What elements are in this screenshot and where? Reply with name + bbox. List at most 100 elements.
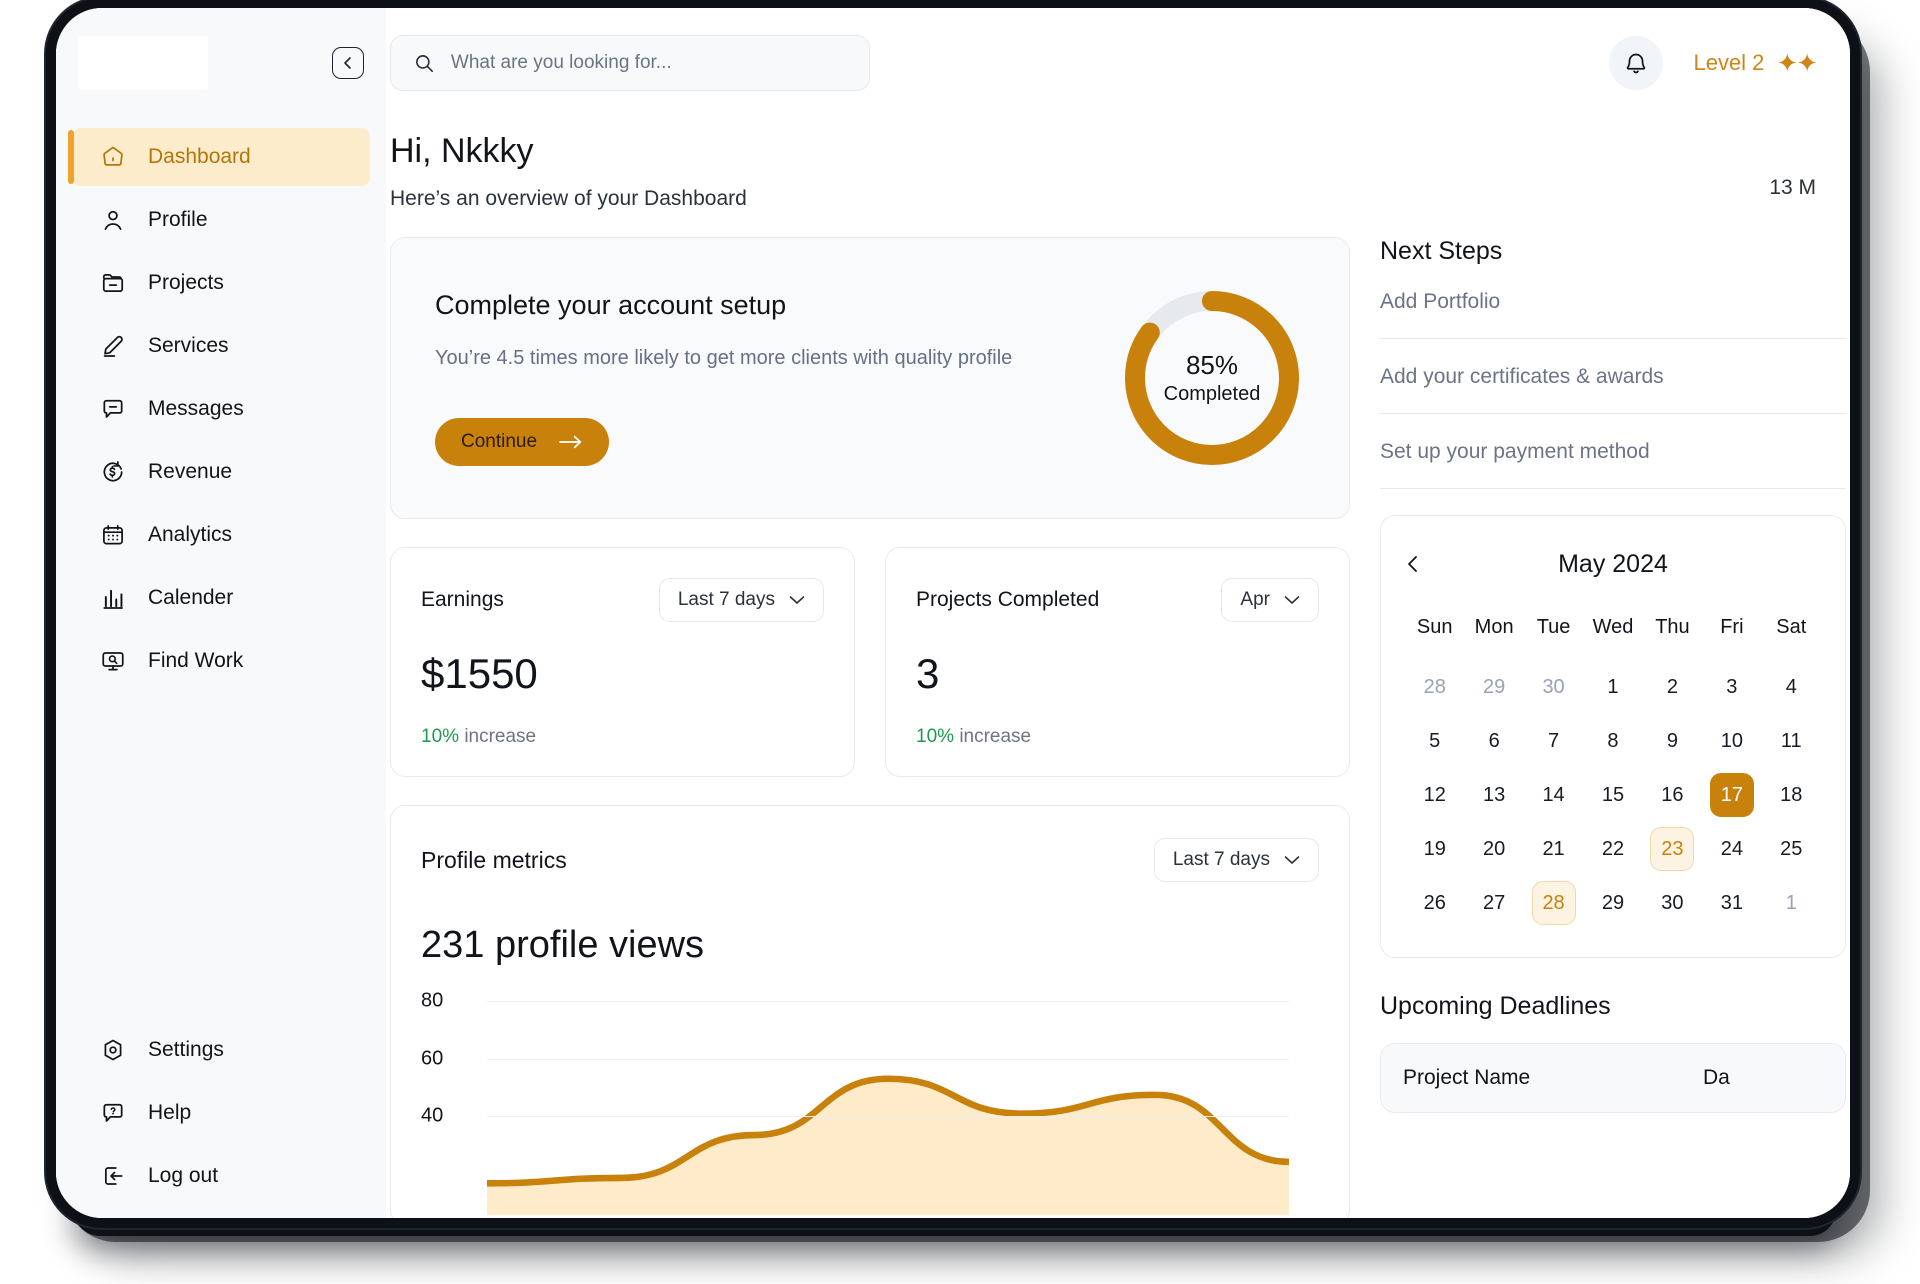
sidebar-item-log-out[interactable]: Log out	[72, 1147, 370, 1205]
calendar-day-cell[interactable]: 29	[1464, 663, 1523, 711]
calendar-day-number: 12	[1423, 783, 1446, 806]
calendar-day-cell[interactable]: 22	[1583, 825, 1642, 873]
calendar-day-cell[interactable]: 15	[1583, 771, 1642, 819]
calendar-day-name: Tue	[1536, 616, 1571, 638]
calendar-day-cell[interactable]: 14	[1524, 771, 1583, 819]
earnings-range-select[interactable]: Last 7 days	[658, 578, 824, 622]
calendar-day-cell[interactable]: 5	[1405, 717, 1464, 765]
metrics-range-value: Last 7 days	[1172, 849, 1270, 870]
search-input[interactable]	[450, 52, 847, 74]
calendar-day-cell[interactable]: 29	[1583, 879, 1642, 927]
calendar-day-cell[interactable]: 12	[1405, 771, 1464, 819]
calendar-day-cell[interactable]: 30	[1524, 663, 1583, 711]
sidebar-item-label: Help	[148, 1101, 192, 1124]
next-step-item[interactable]: Set up your payment method	[1380, 414, 1846, 489]
stat-label: Earnings	[421, 588, 504, 611]
stat-header: Earnings Last 7 days	[421, 578, 824, 622]
page-title: Hi, Nkkky	[390, 132, 534, 170]
sidebar-item-help[interactable]: Help	[72, 1084, 370, 1142]
continue-button[interactable]: Continue	[435, 418, 610, 466]
sidebar-item-label: Projects	[148, 271, 224, 294]
sidebar-item-calender[interactable]: Calender	[72, 569, 370, 627]
calendar-day-number: 21	[1542, 837, 1565, 860]
calendar-day-number: 15	[1601, 783, 1625, 806]
projects-range-select[interactable]: Apr	[1221, 578, 1319, 622]
calendar-day-cell[interactable]: 28	[1405, 663, 1464, 711]
profile-views-headline: 231 profile views	[421, 924, 705, 966]
calendar-day-cell[interactable]: 24	[1702, 825, 1761, 873]
chart-y-tick-label: 80	[421, 989, 444, 1012]
calendar-day-cell[interactable]: 1	[1762, 879, 1821, 927]
profile-metrics-header: Profile metrics Last 7 days	[421, 838, 1319, 882]
calendar-day-cell[interactable]: 26	[1405, 879, 1464, 927]
stat-delta-text: increase	[464, 726, 537, 747]
column-header-project-name: Project Name	[1403, 1066, 1531, 1089]
stat-value: 3	[916, 650, 940, 697]
calendar-day-cell[interactable]: 11	[1762, 717, 1821, 765]
pencil-icon	[103, 335, 123, 357]
calendar-day-cell[interactable]: 25	[1762, 825, 1821, 873]
sidebar-item-label: Services	[148, 334, 229, 357]
calendar-day-cell[interactable]: 19	[1405, 825, 1464, 873]
sidebar-item-dashboard[interactable]: Dashboard	[68, 128, 370, 186]
calendar-day-number: 19	[1423, 837, 1446, 860]
calendar-day-cell[interactable]: 21	[1524, 825, 1583, 873]
notifications-button[interactable]	[1609, 36, 1664, 90]
calendar-day-number: 29	[1601, 891, 1625, 914]
sidebar-item-revenue[interactable]: Revenue	[72, 443, 370, 501]
next-step-item[interactable]: Add your certificates & awards	[1380, 339, 1846, 414]
calendar-day-cell[interactable]: 8	[1583, 717, 1642, 765]
calendar-day-cell[interactable]: 4	[1762, 663, 1821, 711]
calendar-day-number: 26	[1423, 891, 1446, 914]
setup-progress-ring: 85% Completed	[1119, 285, 1305, 471]
calendar-day-cell[interactable]: 10	[1702, 717, 1761, 765]
calendar-day-cell[interactable]: 23	[1643, 825, 1702, 873]
calendar-day-name: Mon	[1474, 616, 1514, 638]
calendar-day-cell[interactable]: 13	[1464, 771, 1523, 819]
calendar-day-cell[interactable]: 28	[1524, 879, 1583, 927]
account-setup-title: Complete your account setup	[435, 290, 787, 320]
calendar-day-cell[interactable]: 7	[1524, 717, 1583, 765]
sidebar-collapse-button[interactable]	[332, 47, 364, 79]
calendar-day-number: 25	[1780, 837, 1803, 860]
next-step-item[interactable]: Add Portfolio	[1380, 266, 1846, 339]
sidebar-item-analytics[interactable]: Analytics	[72, 506, 370, 564]
metrics-range-select[interactable]: Last 7 days	[1153, 838, 1319, 882]
sidebar-item-projects[interactable]: Projects	[72, 254, 370, 312]
sidebar-item-messages[interactable]: Messages	[72, 380, 370, 438]
calendar-day-cell[interactable]: 20	[1464, 825, 1523, 873]
calendar-day-number: 3	[1726, 675, 1738, 698]
calendar-day-cell[interactable]: 18	[1762, 771, 1821, 819]
calendar-day-cell[interactable]: 2	[1643, 663, 1702, 711]
calendar-day-cell[interactable]: 6	[1464, 717, 1523, 765]
calendar-day-number: 10	[1720, 729, 1743, 752]
sidebar-item-find-work[interactable]: Find Work	[72, 632, 370, 690]
chart-gridline	[487, 1116, 1289, 1117]
calendar-day-number: 23	[1650, 827, 1695, 871]
calendar-day-cell[interactable]: 1	[1583, 663, 1642, 711]
left-column: Complete your account setup You’re 4.5 t…	[390, 237, 1350, 1218]
calendar-day-name: Sun	[1416, 616, 1453, 638]
calendar-day-name: Fri	[1720, 616, 1744, 638]
calendar-day-cell[interactable]: 30	[1643, 879, 1702, 927]
calendar-day-cell[interactable]: 17	[1702, 771, 1761, 819]
sidebar-item-settings[interactable]: Settings	[72, 1021, 370, 1079]
chart-y-tick-label: 40	[421, 1104, 444, 1127]
calendar-day-cell[interactable]: 9	[1643, 717, 1702, 765]
calendar-day-cell[interactable]: 16	[1643, 771, 1702, 819]
calendar-prev-button[interactable]	[1405, 555, 1435, 573]
search-container[interactable]	[390, 35, 870, 91]
calendar-day-name: Sat	[1776, 616, 1807, 638]
calendar-day-cell[interactable]: 27	[1464, 879, 1523, 927]
logout-icon	[104, 1167, 123, 1185]
level-badge[interactable]: Level 2 ✦✦	[1693, 48, 1818, 79]
stat-value: $1550	[421, 650, 538, 697]
calendar-day-cell[interactable]: 3	[1702, 663, 1761, 711]
sidebar-item-profile[interactable]: Profile	[72, 191, 370, 249]
calendar-day-cell[interactable]: 31	[1702, 879, 1761, 927]
stat-delta-text: increase	[959, 726, 1032, 747]
calendar-day-number: 5	[1429, 729, 1441, 752]
monitor-search-icon	[102, 652, 124, 671]
sidebar-item-services[interactable]: Services	[72, 317, 370, 375]
stat-delta: 10% increase	[421, 726, 824, 748]
